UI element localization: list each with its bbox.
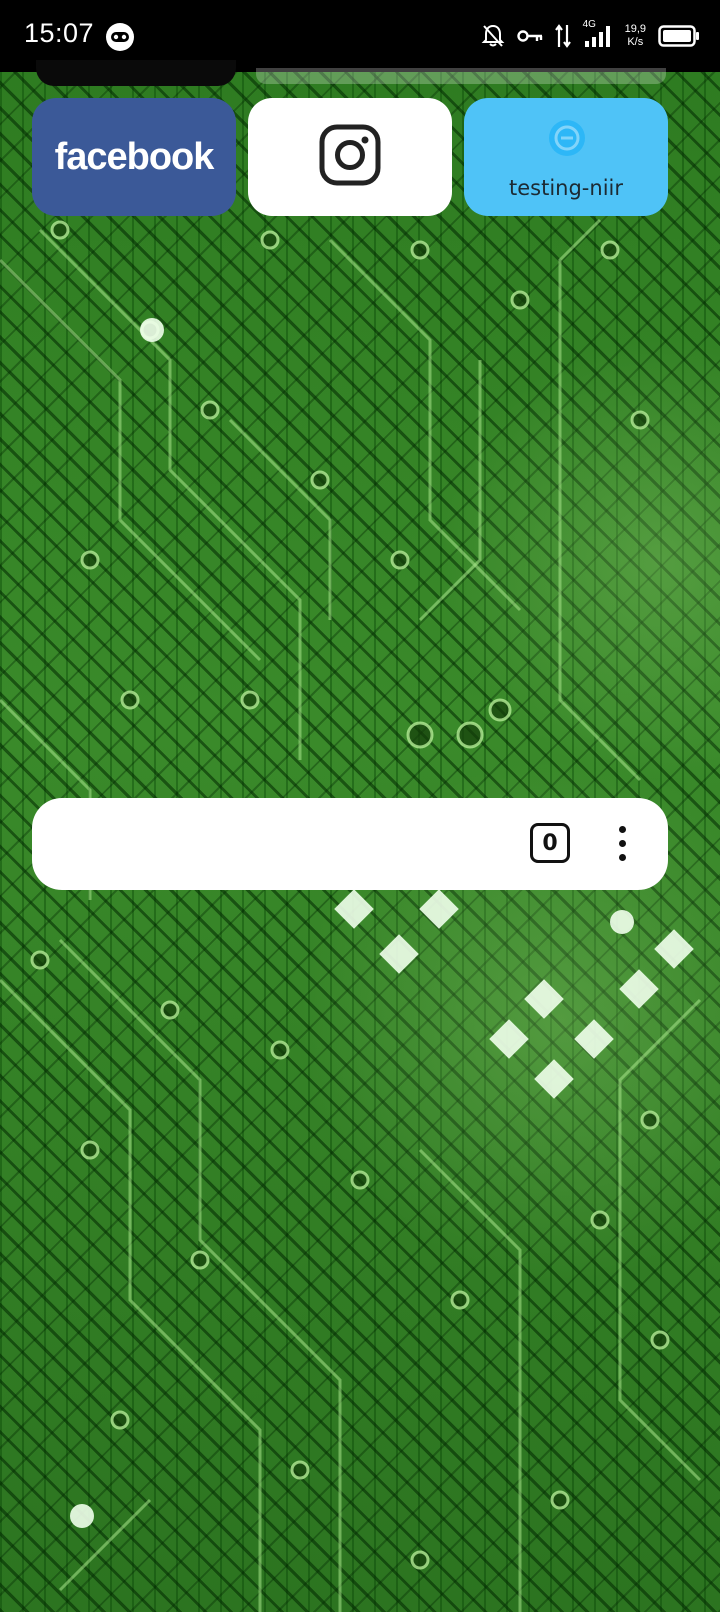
data-arrows-icon [554, 23, 571, 49]
testing-niir-label: testing-niir [509, 176, 623, 200]
battery-icon [658, 25, 700, 47]
game-controller-icon [105, 22, 135, 52]
tab-count: 0 [542, 830, 558, 856]
network-type-label: 4G [582, 19, 596, 30]
browser-search-widget[interactable]: 0 [32, 798, 668, 890]
instagram-icon [319, 124, 381, 190]
top-ghost-bar [256, 68, 666, 84]
status-time: 15:07 [24, 18, 95, 48]
facebook-logo: facebook [54, 135, 215, 178]
bell-off-icon [481, 23, 505, 49]
top-dock-pill [36, 60, 236, 86]
network-speed-unit: K/s [627, 36, 644, 48]
status-icons: 4G 19,9 K/s [481, 18, 700, 54]
app-logo-icon [547, 118, 587, 158]
instagram-shortcut[interactable] [248, 98, 452, 216]
testing-niir-shortcut[interactable]: testing-niir [464, 98, 668, 216]
tab-count-button[interactable]: 0 [530, 823, 570, 863]
facebook-shortcut[interactable]: facebook [32, 98, 236, 216]
network-type-signal: 4G [583, 19, 613, 49]
network-speed: 19,9 K/s [625, 23, 646, 49]
more-vertical-icon[interactable] [606, 822, 638, 866]
network-speed-value: 19,9 [624, 23, 646, 35]
vpn-key-icon [516, 28, 543, 44]
